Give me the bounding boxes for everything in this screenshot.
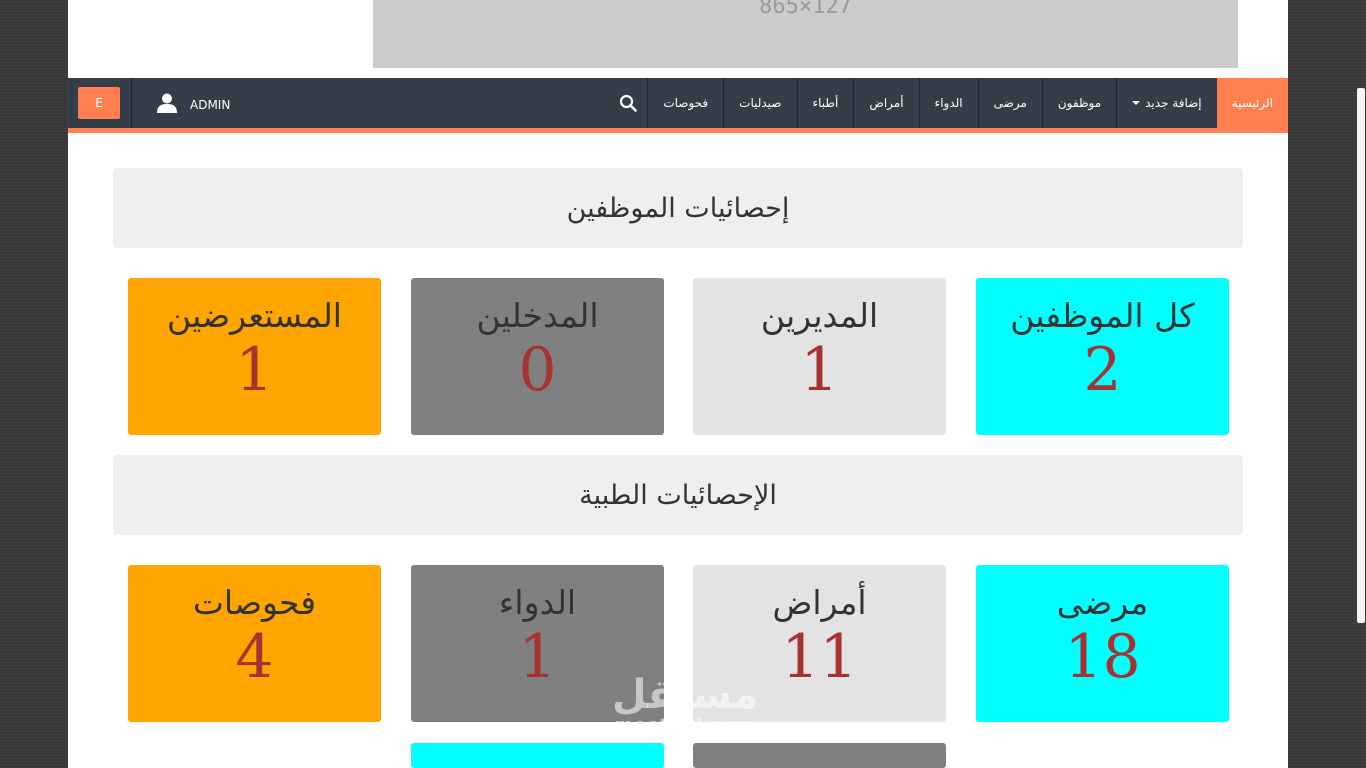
stat-card-value: 2: [1083, 334, 1122, 405]
scrollbar-thumb[interactable]: [1357, 88, 1365, 623]
nav-diseases[interactable]: أمراض: [853, 78, 918, 128]
stat-card-label: فحوصات: [192, 583, 317, 622]
nav-search-button[interactable]: [609, 78, 647, 128]
watermark-logo: مستقل mostaql.com: [600, 675, 770, 736]
watermark-arabic: مستقل: [611, 672, 759, 718]
nav-home[interactable]: الرئيسية: [1216, 78, 1288, 128]
medical-stats-header: الإحصائيات الطبية: [113, 455, 1243, 535]
nav-employees[interactable]: موظفون: [1041, 78, 1116, 128]
nav-diseases-label: أمراض: [869, 96, 904, 110]
page-container: 865×127 الرئيسية إضافة جديد موظفون مرضى …: [68, 0, 1288, 768]
stat-card-patients[interactable]: مرضى 18: [976, 565, 1229, 722]
medical-stats-title: الإحصائيات الطبية: [579, 479, 777, 511]
search-icon: [620, 94, 638, 112]
nav-doctors-label: أطباء: [812, 96, 839, 110]
nav-divider: [131, 78, 132, 128]
stat-card-all-employees[interactable]: كل الموظفين 2: [976, 278, 1229, 435]
nav-add-new-dropdown[interactable]: إضافة جديد: [1116, 78, 1217, 128]
stat-card-label: المدخلين: [476, 296, 599, 335]
stat-card-label: كل الموظفين: [1010, 296, 1195, 335]
user-menu[interactable]: ADMIN: [156, 92, 230, 114]
stat-card-value: 1: [235, 334, 274, 405]
nav-pharmacies-label: صيدليات: [739, 96, 782, 110]
nav-patients-label: مرضى: [993, 96, 1027, 110]
nav-tests-label: فحوصات: [663, 96, 709, 110]
stat-card-tests[interactable]: فحوصات 4: [128, 565, 381, 722]
stat-card-value: 4: [235, 621, 274, 692]
employees-stats-title: إحصائيات الموظفين: [566, 192, 790, 224]
nav-medicine-label: الدواء: [934, 96, 963, 110]
stat-card-label: مرضى: [1056, 583, 1149, 622]
employees-stats-header: إحصائيات الموظفين: [113, 168, 1243, 248]
watermark-latin: mostaql.com: [614, 715, 756, 736]
nav-add-new-label: إضافة جديد: [1145, 96, 1202, 110]
stat-card-value: 18: [1064, 621, 1141, 692]
exit-button[interactable]: E: [78, 87, 120, 119]
nav-employees-label: موظفون: [1057, 96, 1102, 110]
stat-card-label: المستعرضين: [167, 296, 342, 335]
nav-tests[interactable]: فحوصات: [647, 78, 723, 128]
user-name: ADMIN: [190, 98, 231, 112]
banner-placeholder-image: 865×127: [373, 0, 1238, 68]
nav-home-label: الرئيسية: [1231, 96, 1273, 110]
stat-card-partial-gray[interactable]: [693, 743, 946, 768]
nav-medicine[interactable]: الدواء: [918, 78, 978, 128]
nav-pharmacies[interactable]: صيدليات: [723, 78, 796, 128]
stat-card-viewers[interactable]: المستعرضين 1: [128, 278, 381, 435]
exit-button-label: E: [95, 96, 103, 110]
stat-card-label: أمراض: [772, 583, 867, 622]
stat-card-partial-cyan[interactable]: [411, 743, 664, 768]
stat-card-value: 1: [800, 334, 839, 405]
stat-card-label: المديرين: [760, 296, 879, 335]
caret-down-icon: [1132, 101, 1141, 105]
stat-card-label: الدواء: [498, 583, 577, 622]
stat-card-value: 0: [518, 334, 557, 405]
stat-card-managers[interactable]: المديرين 1: [693, 278, 946, 435]
user-icon: [157, 93, 177, 113]
nav-user-area: E ADMIN: [68, 78, 230, 128]
main-navbar: الرئيسية إضافة جديد موظفون مرضى الدواء أ…: [68, 78, 1288, 133]
nav-patients[interactable]: مرضى: [977, 78, 1042, 128]
banner-size-label: 865×127: [759, 0, 852, 19]
stat-card-data-entry[interactable]: المدخلين 0: [411, 278, 664, 435]
nav-doctors[interactable]: أطباء: [796, 78, 854, 128]
